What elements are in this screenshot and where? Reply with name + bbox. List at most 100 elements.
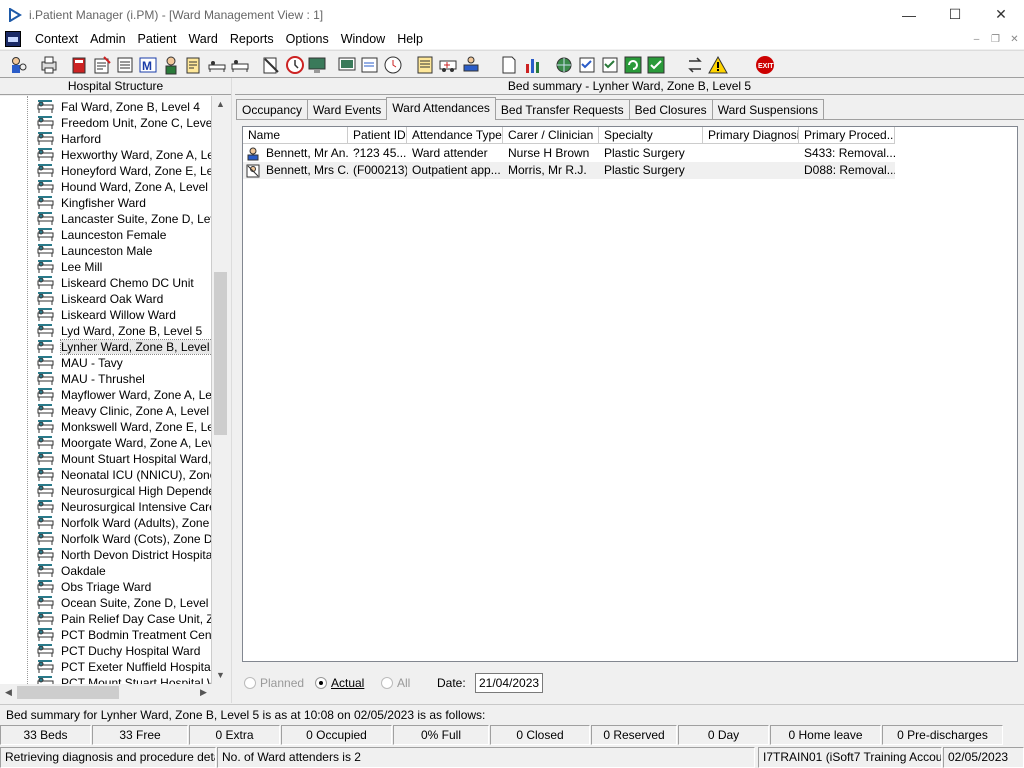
patient-bed-icon[interactable]	[460, 54, 482, 76]
date-field[interactable]: 21/04/2023	[475, 673, 543, 693]
tree-item-ward[interactable]: Lee Mill	[37, 259, 102, 275]
tree-item-ward[interactable]: Liskeard Chemo DC Unit	[37, 275, 194, 291]
tree-item-ward[interactable]: Obs Triage Ward	[37, 579, 151, 595]
radio-planned[interactable]: Planned	[244, 674, 304, 692]
tree-item-ward[interactable]: Lancaster Suite, Zone D, Level	[37, 211, 211, 227]
tree-item-ward[interactable]: PCT Mount Stuart Hospital War	[37, 675, 211, 684]
notepad-icon[interactable]	[414, 54, 436, 76]
mdi-close-button[interactable]: ✕	[1005, 29, 1024, 49]
blank-document-icon[interactable]	[498, 54, 520, 76]
ambulance-icon[interactable]	[437, 54, 459, 76]
scroll-right-arrow-icon[interactable]: ▶	[195, 684, 212, 701]
tree-item-ward[interactable]: Harford	[37, 131, 101, 147]
screen-report-icon[interactable]	[336, 54, 358, 76]
tree-item-ward[interactable]: Pain Relief Day Case Unit, Zone	[37, 611, 211, 627]
warning-icon[interactable]	[707, 54, 729, 76]
column-carer-clinician[interactable]: Carer / Clinician	[503, 127, 599, 144]
bed-transfer-icon[interactable]	[206, 54, 228, 76]
document-list-icon[interactable]	[114, 54, 136, 76]
mail-m-icon[interactable]: M	[137, 54, 159, 76]
clock-check-icon[interactable]	[382, 54, 404, 76]
tree-item-ward[interactable]: MAU - Tavy	[37, 355, 123, 371]
menu-context[interactable]: Context	[29, 29, 84, 49]
casenote-red-icon[interactable]	[68, 54, 90, 76]
menu-options[interactable]: Options	[280, 29, 335, 49]
menu-patient[interactable]: Patient	[132, 29, 183, 49]
clock-icon[interactable]	[284, 54, 306, 76]
scroll-up-arrow-icon[interactable]: ▲	[212, 96, 229, 113]
pane-splitter[interactable]	[231, 78, 235, 703]
tree-item-ward[interactable]: Liskeard Oak Ward	[37, 291, 163, 307]
tree-item-ward[interactable]: Honeyford Ward, Zone E, Level	[37, 163, 211, 179]
radio-actual[interactable]: Actual	[315, 674, 364, 692]
tree-item-ward[interactable]: Neonatal ICU (NNICU), Zone D	[37, 467, 211, 483]
globe-search-icon[interactable]	[553, 54, 575, 76]
close-button[interactable]: ✕	[978, 0, 1024, 29]
printer-icon[interactable]	[38, 54, 60, 76]
tree-item-ward[interactable]: Moorgate Ward, Zone A, Level	[37, 435, 211, 451]
menu-admin[interactable]: Admin	[84, 29, 131, 49]
tree-item-ward[interactable]: Monkswell Ward, Zone E, Level	[37, 419, 211, 435]
menu-help[interactable]: Help	[391, 29, 429, 49]
tree-hscroll-thumb[interactable]	[17, 686, 119, 699]
scroll-down-arrow-icon[interactable]: ▼	[212, 667, 229, 684]
hospital-structure-tree[interactable]: Fal Ward, Zone B, Level 4 Freedom Unit, Z…	[0, 96, 212, 684]
tab-ward-attendances[interactable]: Ward Attendances	[386, 97, 496, 120]
tree-item-ward[interactable]: MAU - Thrushel	[37, 371, 145, 387]
tree-item-ward[interactable]: Neurosurgical High Dependenc	[37, 483, 211, 499]
tree-item-ward[interactable]: Hound Ward, Zone A, Level 7	[37, 179, 211, 195]
mdi-document-icon[interactable]	[5, 31, 21, 47]
tree-item-ward[interactable]: Neurosurgical Intensive Care Ur	[37, 499, 211, 515]
tree-item-ward[interactable]: PCT Bodmin Treatment Centre	[37, 627, 211, 643]
tree-item-ward[interactable]: Ocean Suite, Zone D, Level 6	[37, 595, 211, 611]
tree-item-ward[interactable]: North Devon District Hospital W	[37, 547, 211, 563]
maximize-button[interactable]: ☐	[932, 0, 978, 29]
tree-item-ward[interactable]: Launceston Male	[37, 243, 152, 259]
mdi-minimize-button[interactable]: –	[967, 29, 986, 49]
tree-item-ward[interactable]: Freedom Unit, Zone C, Level 12	[37, 115, 211, 131]
tree-vertical-scrollbar[interactable]: ▲ ▼	[212, 96, 229, 684]
checklist-icon[interactable]	[599, 54, 621, 76]
referral-icon[interactable]	[91, 54, 113, 76]
tree-horizontal-scrollbar[interactable]: ◀ ▶	[0, 684, 212, 701]
column-primary-procedure[interactable]: Primary Proced...	[799, 127, 895, 144]
tree-item-ward[interactable]: Launceston Female	[37, 227, 166, 243]
tab-ward-suspensions[interactable]: Ward Suspensions	[711, 99, 824, 120]
column-specialty[interactable]: Specialty	[599, 127, 703, 144]
tree-item-ward[interactable]: Liskeard Willow Ward	[37, 307, 176, 323]
mdi-restore-button[interactable]: ❐	[986, 29, 1005, 49]
tab-bed-closures[interactable]: Bed Closures	[628, 99, 713, 120]
green-refresh-icon[interactable]	[622, 54, 644, 76]
tree-scroll-thumb[interactable]	[214, 272, 227, 435]
tab-bed-transfer-requests[interactable]: Bed Transfer Requests	[494, 99, 630, 120]
tree-item-ward[interactable]: Oakdale	[37, 563, 106, 579]
document-check-icon[interactable]	[359, 54, 381, 76]
radio-planned-button[interactable]	[244, 677, 256, 689]
tab-occupancy[interactable]: Occupancy	[236, 99, 309, 120]
bed-icon[interactable]	[229, 54, 251, 76]
clinician-icon[interactable]	[160, 54, 182, 76]
patient-search-icon[interactable]	[7, 54, 29, 76]
column-patient-id[interactable]: Patient ID	[348, 127, 407, 144]
tree-item-ward[interactable]: Mount Stuart Hospital Ward, To	[37, 451, 211, 467]
menu-reports[interactable]: Reports	[224, 29, 280, 49]
minimize-button[interactable]: —	[886, 0, 932, 29]
list-check-icon[interactable]	[576, 54, 598, 76]
table-row[interactable]: Bennett, Mr An... ?123 45... Ward attend…	[243, 145, 895, 162]
column-attendance-type[interactable]: Attendance Type	[407, 127, 503, 144]
tree-item-ward[interactable]: Lyd Ward, Zone B, Level 5	[37, 323, 202, 339]
exit-icon[interactable]: EXIT	[754, 54, 776, 76]
radio-all[interactable]: All	[381, 674, 410, 692]
tree-item-ward[interactable]: Norfolk Ward (Adults), Zone D,	[37, 515, 211, 531]
table-row[interactable]: Bennett, Mrs C... (F000213) Outpatient a…	[243, 162, 895, 179]
tree-item-ward[interactable]: Lynher Ward, Zone B, Level 5	[37, 339, 211, 355]
monitor-icon[interactable]	[306, 54, 328, 76]
swap-arrows-icon[interactable]	[684, 54, 706, 76]
tree-item-ward[interactable]: Norfolk Ward (Cots), Zone D, Le	[37, 531, 211, 547]
scroll-left-arrow-icon[interactable]: ◀	[0, 684, 17, 701]
tree-item-ward[interactable]: Fal Ward, Zone B, Level 4	[37, 99, 200, 115]
menu-window[interactable]: Window	[335, 29, 391, 49]
tree-item-ward[interactable]: Hexworthy Ward, Zone A, Level	[37, 147, 211, 163]
cancel-document-icon[interactable]	[260, 54, 282, 76]
column-primary-diagnosis[interactable]: Primary Diagnosis	[703, 127, 799, 144]
